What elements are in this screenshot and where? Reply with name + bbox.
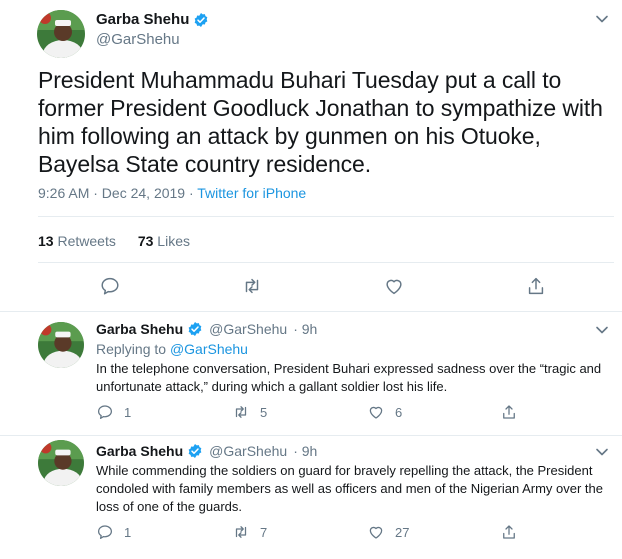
author-handle[interactable]: @GarShehu [209, 321, 287, 337]
like-button[interactable] [383, 275, 407, 299]
like-count: 27 [395, 524, 410, 540]
retweet-button[interactable]: 7 [232, 523, 267, 541]
tweet-meta: 9:26 AM · Dec 24, 2019 · Twitter for iPh… [38, 185, 306, 201]
share-button[interactable] [500, 523, 518, 541]
verified-badge-icon [195, 12, 208, 27]
avatar-photo-icon [37, 10, 85, 58]
author-name[interactable]: Garba Shehu [96, 443, 183, 459]
tweet-action-bar [0, 275, 622, 299]
chevron-down-icon[interactable] [595, 445, 609, 459]
retweets-stat[interactable]: 13 Retweets [38, 233, 116, 249]
divider [38, 216, 614, 217]
divider [38, 262, 614, 263]
retweet-icon [245, 278, 259, 294]
tweet-age[interactable]: · 9h [293, 321, 317, 337]
tweet-age[interactable]: · 9h [293, 443, 317, 459]
retweet-icon [235, 406, 247, 418]
reply-button[interactable]: 1 [96, 523, 131, 541]
retweet-count: 7 [260, 524, 268, 540]
tweet-source-link[interactable]: Twitter for iPhone [197, 185, 306, 201]
reply-tweet[interactable]: Garba Shehu @GarShehu · 9h Replying to @… [0, 312, 622, 436]
replying-to-link[interactable]: @GarShehu [170, 341, 248, 357]
tweet-timestamp[interactable]: 9:26 AM · Dec 24, 2019 · [38, 185, 197, 201]
reply-text: While commending the soldiers on guard f… [96, 463, 603, 514]
likes-label: Likes [157, 233, 190, 249]
reply-icon [97, 405, 113, 420]
like-button[interactable]: 27 [367, 523, 409, 541]
reply-button[interactable]: 1 [96, 403, 131, 421]
author-name[interactable]: Garba Shehu [96, 321, 183, 337]
replying-to-prefix: Replying to [96, 341, 170, 357]
reply-action-bar: 1 7 27 [96, 523, 526, 543]
like-button[interactable]: 6 [367, 403, 402, 421]
author-handle[interactable]: @GarShehu [96, 31, 180, 48]
retweet-button[interactable]: 5 [232, 403, 267, 421]
share-icon [503, 405, 515, 419]
avatar-photo-icon [38, 322, 84, 368]
heart-icon [369, 526, 383, 539]
retweets-label: Retweets [57, 233, 116, 249]
author-avatar[interactable] [38, 440, 84, 486]
reply-action-bar: 1 5 6 [96, 403, 526, 423]
chevron-down-icon[interactable] [595, 323, 609, 337]
author-avatar[interactable] [37, 10, 85, 58]
verified-badge-icon [188, 322, 202, 336]
reply-tweet[interactable]: Garba Shehu @GarShehu · 9h While commend… [0, 436, 622, 559]
reply-icon [97, 525, 113, 540]
chevron-down-icon[interactable] [595, 12, 609, 26]
share-icon [528, 277, 544, 295]
author-name[interactable]: Garba Shehu [96, 11, 209, 28]
share-button[interactable] [525, 275, 549, 299]
verified-badge-icon [188, 444, 202, 458]
retweet-icon [235, 526, 247, 538]
likes-count: 73 [137, 233, 154, 249]
retweets-count: 13 [38, 233, 54, 249]
reply-icon [101, 277, 119, 295]
retweet-button[interactable] [241, 275, 265, 299]
reply-button[interactable] [99, 275, 123, 299]
retweet-count: 5 [260, 404, 268, 420]
author-avatar[interactable] [38, 322, 84, 368]
heart-icon [386, 279, 402, 295]
heart-icon [369, 406, 383, 419]
author-handle[interactable]: @GarShehu [209, 443, 287, 459]
share-button[interactable] [500, 403, 518, 421]
reply-count: 1 [124, 524, 132, 540]
likes-stat[interactable]: 73 Likes [138, 233, 190, 249]
reply-header: Garba Shehu @GarShehu · 9h [96, 321, 317, 337]
reply-count: 1 [124, 404, 132, 420]
replying-to: Replying to @GarShehu [96, 341, 248, 357]
reply-header: Garba Shehu @GarShehu · 9h [96, 443, 317, 459]
share-icon [503, 525, 515, 539]
author-name-text: Garba Shehu [96, 11, 190, 28]
reply-text: In the telephone conversation, President… [96, 361, 602, 394]
tweet-stats: 13 Retweets 73 Likes [38, 233, 190, 249]
avatar-photo-icon [38, 440, 84, 486]
main-tweet: Garba Shehu @GarShehu President Muhammad… [0, 0, 622, 312]
like-count: 6 [395, 404, 403, 420]
tweet-text: President Muhammadu Buhari Tuesday put a… [38, 67, 603, 177]
